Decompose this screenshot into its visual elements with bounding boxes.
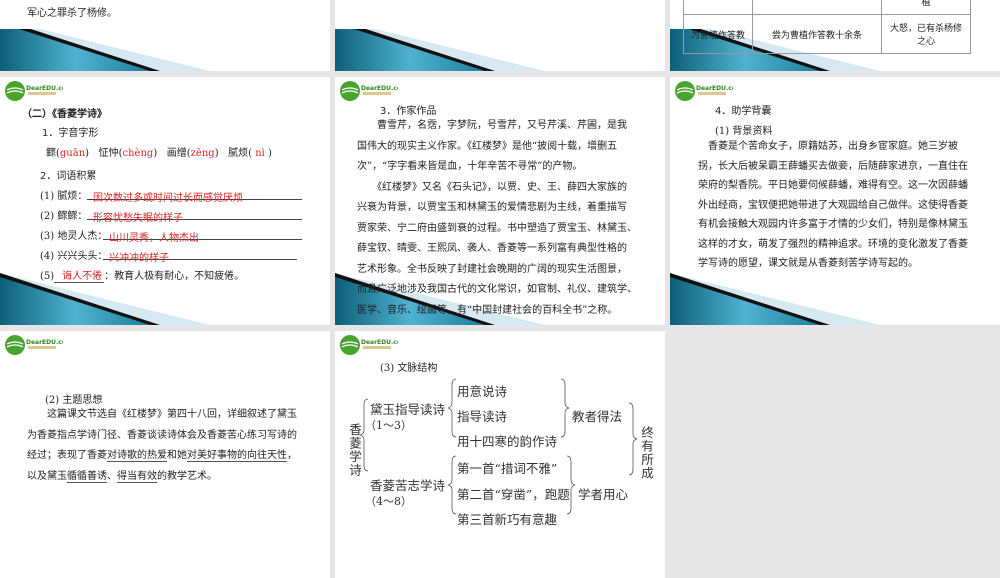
slide-title: （二）《香菱学诗》 xyxy=(22,109,107,120)
summary-node: 学者用心 xyxy=(578,487,629,502)
vocab-label: (2) 鳏鳏： xyxy=(40,211,88,222)
slide-thumbnail-7[interactable]: (2) 主题思想 这篇课文节选自《红楼梦》第四十八回，详细叙述了黛玉 为香菱指点… xyxy=(0,331,330,578)
slide-thumbnail-8[interactable]: (3) 文脉结构 香菱学诗 黛玉指导读诗 （1～3） 用意说诗 指导读诗 用十四… xyxy=(335,331,665,578)
branch-2-node: 香菱苦志学诗 xyxy=(370,478,446,493)
decorative-swoosh xyxy=(335,29,545,71)
comparison-table: 教曹植新门吏 若事王命而出 大怒，因此亦不容植 为曹植作答教 尝为曹植作答教十余… xyxy=(683,0,971,54)
vocab-label: (4) 兴兴头头： xyxy=(40,251,108,262)
slide-thumbnail-3[interactable]: 教曹植新门吏 若事王命而出 大怒，因此亦不容植 为曹植作答教 尝为曹植作答教十余… xyxy=(670,0,1000,71)
subheading: (1) 背景资料 xyxy=(715,126,773,137)
table-row: 为曹植作答教 尝为曹植作答教十余条 大怒，已有杀杨修之心 xyxy=(683,14,971,54)
theme-text: 这篇课文节选自《红楼梦》第四十八回，详细叙述了黛玉 为香菱指点学诗门径、香菱谈读… xyxy=(27,409,297,483)
vocab-answer: 山川灵秀，人物杰出 xyxy=(103,226,302,244)
leaf-node: 指导读诗 xyxy=(457,409,508,424)
dearedu-logo xyxy=(4,80,63,102)
table-cell: 大怒，已有杀杨修之心 xyxy=(881,14,971,54)
section-heading: 3．作家作品 xyxy=(380,106,437,117)
vocab-label: (3) 地灵人杰： xyxy=(40,231,108,242)
branch-1-range: （1～3） xyxy=(365,419,412,432)
slide-thumbnail-2[interactable] xyxy=(335,0,665,71)
slide-thumbnail-6[interactable]: 4．助学背囊 (1) 背景资料 香菱是个苦命女子，原籍姑苏，出身乡宦家庭。她三岁… xyxy=(670,77,1000,325)
branch-2-range: （4～8） xyxy=(365,495,412,508)
structure-braces xyxy=(359,378,638,515)
author-works-text: 曹雪芹，名霑，字梦阮，号雪芹，又号芹溪、芹圃，是我 国伟大的现实主义作家。《红楼梦… xyxy=(357,120,637,316)
table-cell: 大怒，因此亦不容植 xyxy=(881,0,971,15)
vocab-answer: 兴冲冲的样子 xyxy=(103,246,297,264)
root-node: 香菱学诗 xyxy=(347,423,362,477)
leaf-node: 第三首新巧有意趣 xyxy=(457,512,558,527)
background-text: 香菱是个苦命女子，原籍姑苏，出身乡宦家庭。她三岁被 拐，长大后被呆霸王薛蟠买去做妾… xyxy=(698,141,968,269)
leaf-node: 用十四寒的韵作诗 xyxy=(457,434,558,449)
section-heading: 2．词语积累 xyxy=(40,171,97,182)
summary-node: 教者得法 xyxy=(572,409,623,424)
leaf-node: 第二首“穿凿”，跑题 xyxy=(457,487,570,502)
slide-thumbnail-4[interactable]: （二）《香菱学诗》 1．字音字形 鳏(guān) 怔忡(chèng) 画缯(zē… xyxy=(0,77,330,325)
vocab-item-5: (5) 诲人不倦 ：教育人极有耐心，不知疲倦。 xyxy=(40,271,245,283)
dearedu-logo xyxy=(339,80,398,102)
vocab-answer: 形容忧愁失眠的样子 xyxy=(87,206,302,224)
vocab-answer: 因次数过多或时间过长而感觉厌烦 xyxy=(87,186,302,204)
table-row: 教曹植新门吏 若事王命而出 大怒，因此亦不容植 xyxy=(683,0,971,15)
pinyin-row: 鳏(guān) 怔忡(chèng) 画缯(zēng) 腻烦( nì ) xyxy=(46,148,272,159)
vocab-label: (1) 腻烦： xyxy=(40,191,88,202)
decorative-swoosh xyxy=(670,273,880,325)
table-cell: 若事王命而出 xyxy=(752,0,882,15)
decorative-swoosh xyxy=(0,29,210,71)
result-node: 终有所成 xyxy=(639,426,654,480)
slide-thumbnail-1[interactable]: 军心之罪杀了杨修。 xyxy=(0,0,330,71)
leaf-node: 用意说诗 xyxy=(457,384,508,399)
slide-thumbnail-5[interactable]: 3．作家作品 曹雪芹，名霑，字梦阮，号雪芹，又号芹溪、芹圃，是我 国伟大的现实主义… xyxy=(335,77,665,325)
table-cell: 教曹植新门吏 xyxy=(683,0,753,15)
section-heading: 4．助学背囊 xyxy=(715,106,772,117)
section-heading: 1．字音字形 xyxy=(42,128,99,139)
table-cell: 尝为曹植作答教十余条 xyxy=(752,14,882,54)
dearedu-logo xyxy=(674,80,733,102)
leaf-node: 第一首“措词不雅” xyxy=(457,461,558,476)
subheading: (2) 主题思想 xyxy=(45,395,103,406)
dearedu-logo xyxy=(4,334,63,356)
table-cell: 为曹植作答教 xyxy=(683,14,753,54)
branch-1-node: 黛玉指导读诗 xyxy=(370,402,446,417)
slide-text: 军心之罪杀了杨修。 xyxy=(27,8,117,19)
